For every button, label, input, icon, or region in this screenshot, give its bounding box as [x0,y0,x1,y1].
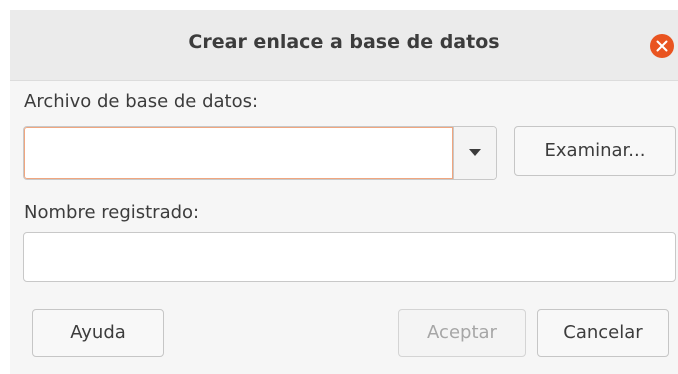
help-button[interactable]: Ayuda [32,309,164,357]
database-file-input[interactable] [24,127,453,179]
database-file-label: Archivo de base de datos: [24,91,259,112]
registered-name-label: Nombre registrado: [24,202,200,223]
close-button[interactable] [650,34,674,58]
database-file-combobox[interactable] [23,126,497,180]
registered-name-input[interactable] [23,232,676,282]
accept-button[interactable]: Aceptar [398,309,526,357]
dialog-title: Crear enlace a base de datos [188,31,500,53]
dropdown-arrow-icon [469,149,481,156]
titlebar[interactable]: Crear enlace a base de datos [10,10,678,81]
database-file-dropdown-button[interactable] [454,127,496,179]
create-database-link-dialog: Crear enlace a base de datos Archivo de … [10,10,678,374]
close-icon [656,40,668,52]
cancel-button[interactable]: Cancelar [537,309,669,357]
browse-button[interactable]: Examinar... [514,126,676,176]
